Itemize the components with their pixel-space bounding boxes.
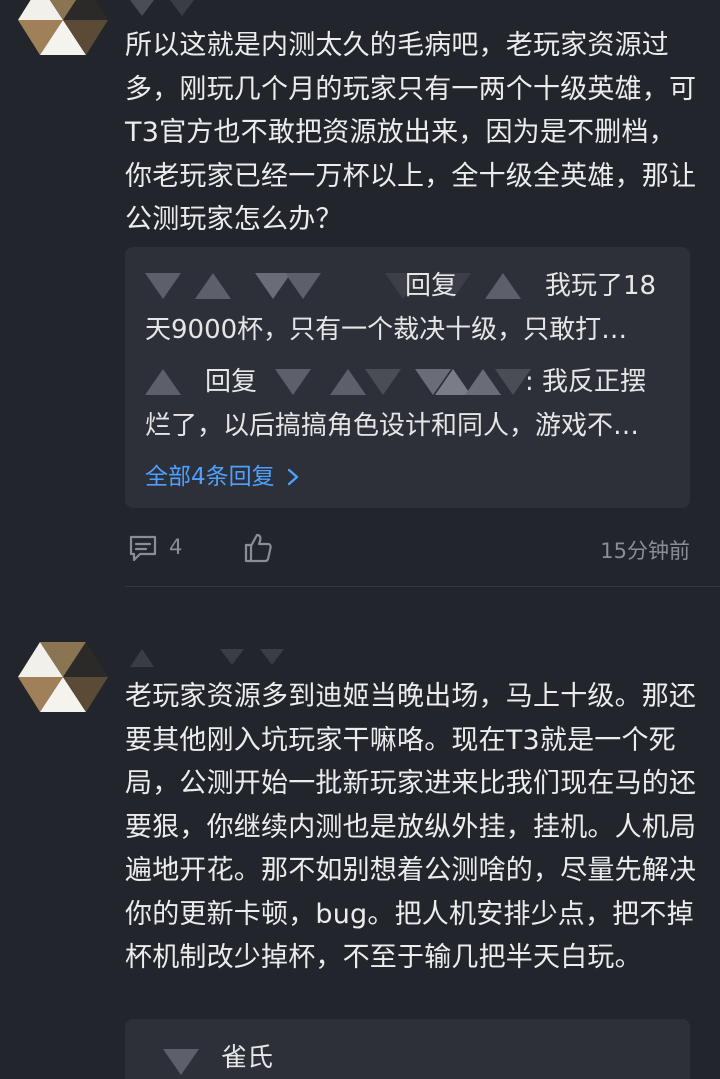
reply-word: 回复 xyxy=(405,271,458,301)
reply-usernames-blurred[interactable] xyxy=(163,1045,203,1079)
avatar[interactable] xyxy=(18,0,108,55)
reply-box[interactable]: 雀氏 xyxy=(125,1019,690,1079)
view-all-replies-link[interactable]: 全部4条回复 xyxy=(145,457,300,491)
reply-word: 回复 xyxy=(205,367,258,397)
reply-text: 天9000杯，只有一个裁决十级，只敢打… xyxy=(145,315,628,345)
comment-feed: 所以这就是内测太久的毛病吧，老玩家资源过多，刚玩几个月的玩家只有一两个十级英雄，… xyxy=(0,0,720,1079)
view-all-replies-label: 全部4条回复 xyxy=(145,464,275,490)
thumbs-up-icon[interactable] xyxy=(243,532,273,564)
divider xyxy=(125,586,720,587)
avatar[interactable] xyxy=(18,642,108,712)
timestamp: 15分钟前 xyxy=(600,539,690,563)
reply-text: 烂了，以后搞搞角色设计和同人，游戏不… xyxy=(145,411,640,441)
username-blurred[interactable] xyxy=(130,0,380,24)
reply-box[interactable]: 回复 我玩了18 天9000杯，只有一个裁决十级，只敢打… 回复 : 我反正摆 … xyxy=(125,247,690,508)
comment-count: 4 xyxy=(169,535,183,559)
comment-text: 所以这就是内测太久的毛病吧，老玩家资源过多，刚玩几个月的玩家只有一两个十级英雄，… xyxy=(125,30,697,235)
reply-text: 我玩了18 xyxy=(545,271,657,301)
reply-text: : 我反正摆 xyxy=(525,367,647,397)
comment-actions: 4 15分钟前 xyxy=(125,530,690,570)
comment-text: 老玩家资源多到迪姬当晚出场，马上十级。那还要其他刚入坑玩家干嘛咯。现在T3就是一… xyxy=(125,681,697,973)
comment-bubble-icon[interactable] xyxy=(128,533,158,563)
reply-username: 雀氏 xyxy=(221,1043,274,1073)
username-blurred[interactable] xyxy=(130,645,380,669)
chevron-right-icon xyxy=(287,468,299,486)
